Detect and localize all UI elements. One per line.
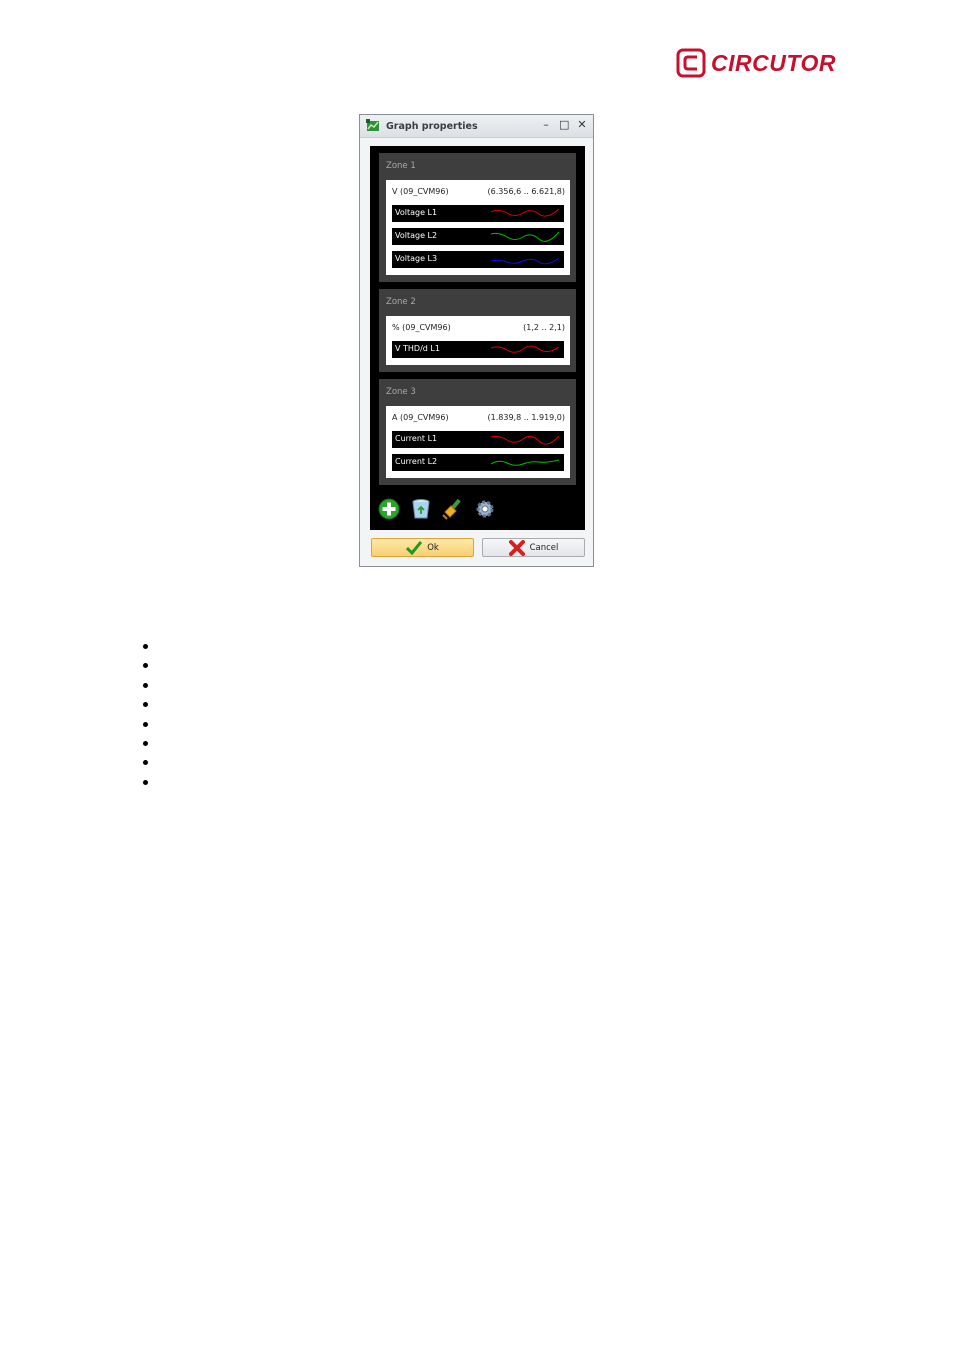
brush-icon[interactable] bbox=[442, 498, 464, 520]
zone-1[interactable]: Zone 1 V (09_CVM96) (6.356,6 .. 6.621,8)… bbox=[379, 153, 576, 282]
close-button[interactable]: ✕ bbox=[577, 119, 587, 130]
bullet-point bbox=[143, 760, 148, 766]
title-bar[interactable]: Graph properties – □ ✕ bbox=[360, 115, 593, 138]
graph-app-icon bbox=[366, 119, 379, 131]
series-voltage-l1[interactable]: Voltage L1 bbox=[392, 205, 564, 222]
series-v-thd-l1[interactable]: V THD/d L1 bbox=[392, 341, 564, 358]
zone-title: Zone 1 bbox=[386, 161, 416, 171]
zone-title: Zone 3 bbox=[386, 387, 416, 397]
series-label: Voltage L1 bbox=[395, 208, 438, 217]
cancel-x-icon bbox=[508, 539, 525, 556]
series-preview-line bbox=[491, 459, 559, 466]
zone-3[interactable]: Zone 3 A (09_CVM96) (1.839,8 .. 1.919,0)… bbox=[379, 379, 576, 485]
axis-unit: V (09_CVM96) bbox=[392, 187, 449, 196]
brand-name: CIRCUTOR bbox=[711, 49, 836, 76]
zones-panel: Zone 1 V (09_CVM96) (6.356,6 .. 6.621,8)… bbox=[370, 146, 585, 530]
series-preview-line bbox=[491, 208, 559, 217]
dialog-title: Graph properties bbox=[386, 120, 478, 132]
axis-box[interactable]: % (09_CVM96) (1,2 .. 2,1) V THD/d L1 bbox=[386, 316, 570, 365]
series-label: Voltage L2 bbox=[395, 231, 438, 240]
circutor-logo-mark-icon bbox=[676, 48, 706, 78]
axis-range: (6.356,6 .. 6.621,8) bbox=[487, 187, 565, 196]
bullet-point bbox=[143, 644, 148, 649]
bullet-point bbox=[143, 702, 148, 708]
series-label: Voltage L3 bbox=[395, 254, 438, 263]
checkmark-icon bbox=[406, 540, 423, 555]
maximize-button[interactable]: □ bbox=[559, 119, 569, 130]
axis-range: (1.839,8 .. 1.919,0) bbox=[487, 413, 565, 422]
bullet-point bbox=[143, 740, 148, 746]
series-voltage-l2[interactable]: Voltage L2 bbox=[392, 228, 564, 245]
axis-range: (1,2 .. 2,1) bbox=[523, 323, 565, 332]
settings-gear-icon[interactable] bbox=[474, 498, 496, 520]
series-preview-line bbox=[491, 257, 559, 265]
axis-unit: A (09_CVM96) bbox=[392, 413, 449, 422]
series-current-l2[interactable]: Current L2 bbox=[392, 454, 564, 471]
series-current-l1[interactable]: Current L1 bbox=[392, 431, 564, 448]
series-label: Current L2 bbox=[395, 457, 438, 466]
cancel-button[interactable]: Cancel bbox=[482, 538, 585, 557]
bullet-point bbox=[143, 682, 148, 688]
series-preview-line bbox=[491, 345, 559, 353]
series-label: V THD/d L1 bbox=[395, 344, 440, 353]
cancel-label: Cancel bbox=[529, 542, 559, 553]
bullet-point bbox=[143, 663, 148, 669]
axis-box[interactable]: V (09_CVM96) (6.356,6 .. 6.621,8) Voltag… bbox=[386, 180, 570, 275]
graph-properties-dialog: Graph properties – □ ✕ Zone 1 V (09_CVM9… bbox=[359, 114, 594, 567]
bullet-list bbox=[143, 644, 148, 799]
axis-box[interactable]: A (09_CVM96) (1.839,8 .. 1.919,0) Curren… bbox=[386, 406, 570, 478]
recycle-bin-icon[interactable] bbox=[410, 498, 432, 520]
bullet-point bbox=[143, 779, 148, 785]
minimize-button[interactable]: – bbox=[541, 119, 551, 130]
add-icon[interactable] bbox=[378, 498, 400, 520]
series-voltage-l3[interactable]: Voltage L3 bbox=[392, 251, 564, 268]
zone-title: Zone 2 bbox=[386, 297, 416, 307]
series-preview-line bbox=[491, 435, 559, 445]
series-preview-line bbox=[491, 231, 559, 242]
circutor-logo: CIRCUTOR bbox=[676, 46, 836, 80]
zone-toolbar bbox=[378, 498, 496, 520]
zone-2[interactable]: Zone 2 % (09_CVM96) (1,2 .. 2,1) V THD/d… bbox=[379, 289, 576, 372]
series-label: Current L1 bbox=[395, 434, 438, 443]
axis-unit: % (09_CVM96) bbox=[392, 323, 451, 332]
bullet-point bbox=[143, 721, 148, 727]
ok-label: Ok bbox=[427, 542, 439, 553]
ok-button[interactable]: Ok bbox=[371, 538, 474, 557]
